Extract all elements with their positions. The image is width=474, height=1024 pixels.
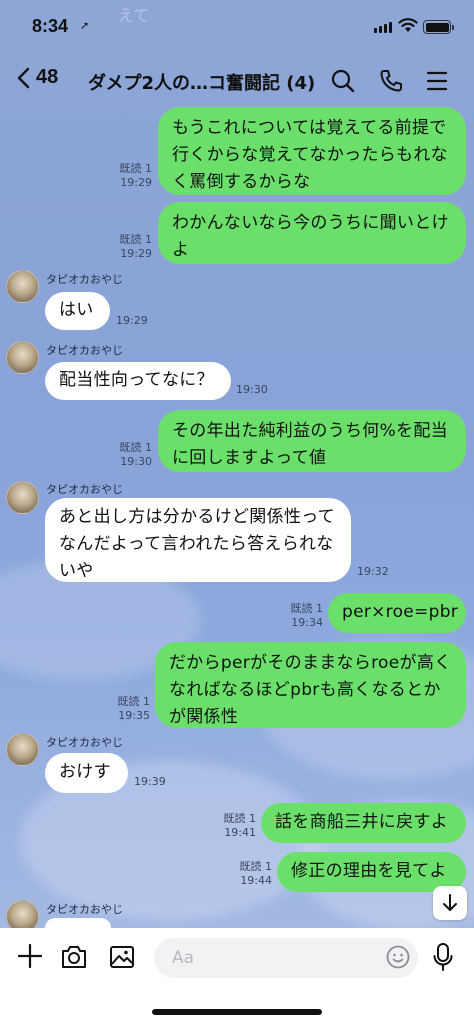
read-receipt: 既読 1 xyxy=(223,812,257,825)
status-time: 8:34 xyxy=(32,16,69,36)
message-meta: 既読 1 19:35 xyxy=(116,695,151,723)
read-receipt: 既読 1 xyxy=(117,695,151,708)
phone-icon[interactable] xyxy=(378,68,404,94)
message-time: 19:41 xyxy=(224,826,256,839)
message-time: 19:30 xyxy=(120,455,152,468)
outgoing-message[interactable]: だからperがそのままならroeが高く なればなるほどpbrも高くなるとか が関… xyxy=(155,642,466,728)
arrow-down-icon xyxy=(443,894,457,911)
wifi-icon xyxy=(398,18,418,32)
message-line: 修正の理由を見てよ xyxy=(291,861,447,881)
outgoing-message[interactable]: 話を商船三井に戻すよ xyxy=(261,803,466,843)
message-time: 19:35 xyxy=(118,709,150,722)
incoming-message[interactable]: おけす xyxy=(45,753,128,793)
message-time: 19:39 xyxy=(134,775,166,788)
back-button[interactable]: 48 xyxy=(16,66,58,89)
battery-icon xyxy=(423,20,451,34)
plus-icon[interactable] xyxy=(16,942,44,970)
message-line: に回しますよって値 xyxy=(172,448,327,468)
outgoing-message[interactable]: その年出た純利益のうち何%を配当 に回しますよって値 xyxy=(158,410,466,472)
message-meta: 既読 1 19:30 xyxy=(118,441,153,469)
incoming-message[interactable]: はい xyxy=(45,292,110,330)
sender-name: タピオカおやじ xyxy=(46,483,123,496)
status-bar: えて 8:34 ➚ xyxy=(0,0,474,50)
scroll-to-bottom-button[interactable] xyxy=(433,886,467,920)
message-line: が関係性 xyxy=(169,707,239,727)
read-receipt: 既読 1 xyxy=(119,441,153,454)
message-time: 19:44 xyxy=(240,874,272,887)
signal-icon xyxy=(374,22,392,33)
avatar[interactable] xyxy=(6,481,39,514)
read-receipt: 既読 1 xyxy=(290,602,324,615)
image-icon[interactable] xyxy=(108,944,136,970)
outgoing-message[interactable]: わかんないなら今のうちに聞いとけ よ xyxy=(158,202,466,264)
chevron-left-icon xyxy=(17,67,30,88)
message-line: く罵倒するからな xyxy=(172,172,311,192)
message-line: per×roe=pbr xyxy=(342,602,459,622)
message-line: その年出た純利益のうち何%を配当 xyxy=(172,421,448,441)
location-icon: ➚ xyxy=(80,19,90,32)
message-line: 行くからな覚えてなかったらもれな xyxy=(172,145,448,165)
camera-icon[interactable] xyxy=(60,944,88,970)
message-time: 19:29 xyxy=(116,314,148,327)
message-line: もうこれについては覚えてる前提で xyxy=(172,118,447,138)
sender-name: タピオカおやじ xyxy=(46,344,123,357)
message-line: 配当性向ってなに？ xyxy=(59,370,214,390)
message-meta: 既読 1 19:44 xyxy=(238,860,273,888)
search-icon[interactable] xyxy=(330,68,356,94)
avatar[interactable] xyxy=(6,341,39,374)
message-meta: 既読 1 19:29 xyxy=(118,162,153,190)
message-line: はい xyxy=(59,300,94,320)
read-receipt: 既読 1 xyxy=(119,162,153,175)
unread-count: 48 xyxy=(36,66,59,88)
message-time: 19:32 xyxy=(357,565,389,578)
avatar[interactable] xyxy=(6,270,39,303)
message-meta: 既読 1 19:34 xyxy=(289,602,324,630)
chat-header: 48 ダメプ2人の…コ奮闘記 (4) xyxy=(0,56,474,106)
message-line: おけす xyxy=(59,762,111,782)
sender-name: タピオカおやじ xyxy=(46,273,123,286)
outgoing-message[interactable]: もうこれについては覚えてる前提で 行くからな覚えてなかったらもれな く罵倒するか… xyxy=(158,107,466,195)
sender-name: タピオカおやじ xyxy=(46,903,123,916)
message-meta: 既読 1 19:41 xyxy=(222,812,257,840)
chat-title[interactable]: ダメプ2人の…コ奮闘記 (4) xyxy=(88,69,318,95)
read-receipt: 既読 1 xyxy=(239,860,273,873)
message-line: なんだよって言われたら答えられな xyxy=(59,534,334,554)
message-line: いや xyxy=(59,561,94,581)
message-line: だからperがそのままならroeが高く xyxy=(169,653,452,673)
ghost-text: えて xyxy=(118,6,150,25)
message-input[interactable] xyxy=(154,938,418,978)
microphone-icon[interactable] xyxy=(432,942,454,972)
message-time: 19:34 xyxy=(291,616,323,629)
avatar[interactable] xyxy=(6,733,39,766)
emoji-icon[interactable] xyxy=(385,944,411,970)
message-line: なればなるほどpbrも高くなるとか xyxy=(169,680,441,700)
message-line: わかんないなら今のうちに聞いとけ xyxy=(172,213,449,233)
message-line: よ xyxy=(172,240,190,260)
incoming-message[interactable]: あと出し方は分かるけど関係性って なんだよって言われたら答えられな いや xyxy=(45,498,351,582)
outgoing-message[interactable]: per×roe=pbr xyxy=(328,593,466,633)
home-indicator xyxy=(152,1009,322,1015)
message-line: 話を商船三井に戻すよ xyxy=(275,812,448,832)
menu-icon[interactable] xyxy=(426,68,448,94)
message-meta: 既読 1 19:29 xyxy=(118,233,153,261)
message-time: 19:29 xyxy=(120,247,152,260)
message-time: 19:30 xyxy=(236,383,268,396)
incoming-message[interactable]: 配当性向ってなに？ xyxy=(45,362,231,400)
sender-name: タピオカおやじ xyxy=(46,736,123,749)
read-receipt: 既読 1 xyxy=(119,233,153,246)
message-time: 19:29 xyxy=(120,176,152,189)
message-line: あと出し方は分かるけど関係性って xyxy=(59,507,335,527)
